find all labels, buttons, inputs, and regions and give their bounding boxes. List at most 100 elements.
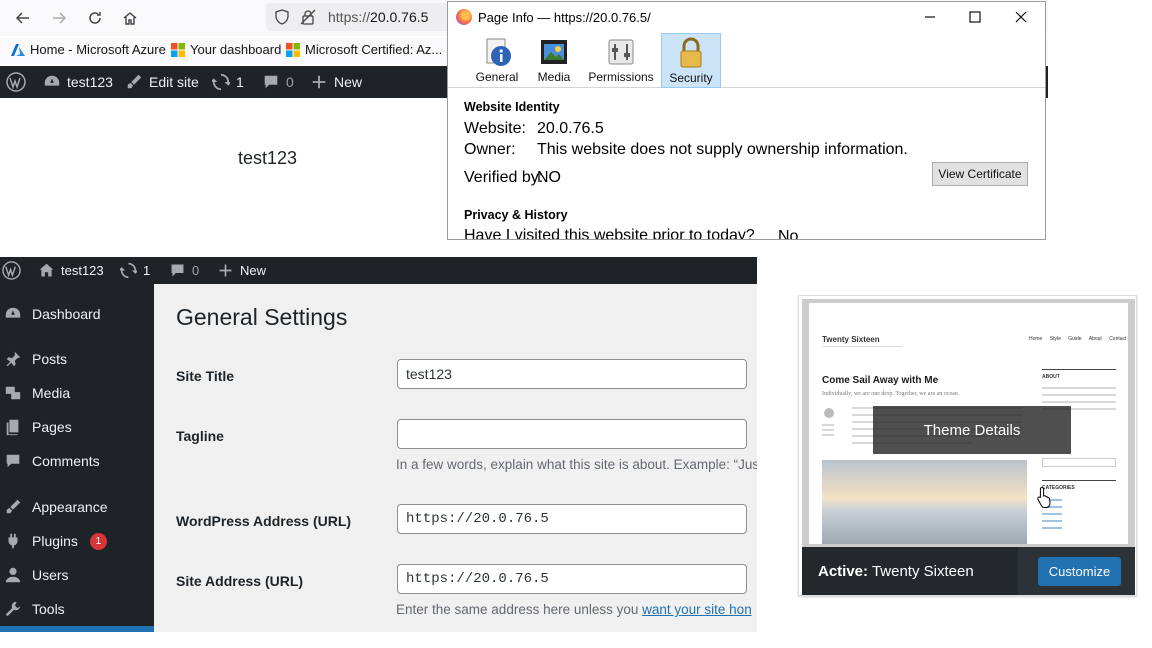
site-name-link[interactable]: test123 xyxy=(43,66,113,98)
sidebar-item-pages[interactable]: Pages xyxy=(0,414,154,440)
back-icon[interactable] xyxy=(11,6,35,30)
url-bar[interactable]: https://20.0.76.5 xyxy=(266,3,456,31)
azure-icon xyxy=(11,43,25,57)
site-name-link[interactable]: test123 xyxy=(38,257,104,284)
wordpress-address-input[interactable]: https://20.0.76.5 xyxy=(397,504,747,534)
bookmark-azure[interactable]: Home - Microsoft Azure xyxy=(11,42,166,57)
preview-widget-line xyxy=(1042,394,1116,396)
sidebar-item-users[interactable]: Users xyxy=(0,562,154,588)
sidebar-item-tools[interactable]: Tools xyxy=(0,596,154,622)
website-value: 20.0.76.5 xyxy=(537,120,604,137)
media-icon xyxy=(541,40,567,64)
tab-label: Permissions xyxy=(588,70,654,84)
tab-media[interactable]: Media xyxy=(534,33,574,88)
wordpress-logo-icon[interactable] xyxy=(6,66,26,98)
close-icon[interactable] xyxy=(1007,6,1035,28)
edit-site-label: Edit site xyxy=(149,74,199,90)
sidebar-item-plugins[interactable]: Plugins 1 xyxy=(0,528,154,554)
verified-value: NO xyxy=(537,169,561,186)
site-name: test123 xyxy=(61,263,104,278)
theme-screenshot[interactable]: Twenty Sixteen Home Style Guide About Co… xyxy=(802,299,1135,547)
view-certificate-button[interactable]: View Certificate xyxy=(932,162,1028,186)
user-icon xyxy=(5,567,21,583)
updates-link[interactable]: 1 xyxy=(212,66,244,98)
preview-post-title: Come Sail Away with Me xyxy=(822,375,939,386)
owner-value: This website does not supply ownership i… xyxy=(537,141,908,158)
dialog-titlebar: Page Info — https://20.0.76.5/ xyxy=(448,2,1045,32)
permissions-icon xyxy=(608,39,634,65)
preview-tagline-line xyxy=(822,346,902,347)
updates-icon xyxy=(212,73,230,91)
privacy-history-heading: Privacy & History xyxy=(464,208,568,222)
dashboard-icon xyxy=(5,307,21,318)
comment-icon xyxy=(6,454,20,468)
active-prefix: Active: xyxy=(818,563,869,580)
pin-icon xyxy=(6,351,21,367)
updates-link[interactable]: 1 xyxy=(120,257,150,284)
tab-security[interactable]: Security xyxy=(661,33,721,88)
comment-icon xyxy=(171,264,184,277)
url-host: 20.0.76.5 xyxy=(370,9,429,25)
firefox-icon xyxy=(456,9,472,25)
maximize-icon[interactable] xyxy=(961,6,989,28)
sidebar-item-settings-current[interactable] xyxy=(0,626,154,632)
preview-meta-line xyxy=(822,434,834,436)
tab-permissions[interactable]: Permissions xyxy=(586,33,656,88)
plus-icon xyxy=(219,264,232,277)
brush-icon xyxy=(127,74,142,89)
shield-icon[interactable] xyxy=(274,9,290,25)
customize-button[interactable]: Customize xyxy=(1038,557,1121,586)
description-text: Enter the same address here unless you xyxy=(396,602,643,617)
theme-card[interactable]: Twenty Sixteen Home Style Guide About Co… xyxy=(798,295,1137,596)
forward-icon[interactable] xyxy=(47,6,71,30)
home-icon[interactable] xyxy=(118,6,142,30)
visited-answer: No xyxy=(778,228,799,240)
verified-label: Verified by: xyxy=(464,169,544,186)
site-address-description: Enter the same address here unless you w… xyxy=(396,602,752,617)
site-title-input[interactable]: test123 xyxy=(397,359,747,389)
sidebar-item-comments[interactable]: Comments xyxy=(0,448,154,474)
preview-nav-item: Home xyxy=(1029,336,1043,342)
sidebar-item-appearance[interactable]: Appearance xyxy=(0,494,154,520)
menu-label: Media xyxy=(32,385,71,401)
bookmark-label: Microsoft Certified: Az... xyxy=(305,42,443,57)
bookmark-label: Home - Microsoft Azure xyxy=(30,42,166,57)
preview-post-subtitle: Individually, we are one drop. Together,… xyxy=(822,391,960,397)
hand-pointer-icon xyxy=(1036,486,1054,508)
updates-icon xyxy=(120,262,137,279)
site-address-help-link[interactable]: want your site hon xyxy=(642,602,752,617)
comments-link[interactable]: 0 xyxy=(169,257,199,284)
sidebar-item-media[interactable]: Media xyxy=(0,380,154,406)
info-icon xyxy=(486,38,511,66)
preview-nav-item: About xyxy=(1088,336,1102,342)
preview-nav-item: Style Guide xyxy=(1049,336,1082,342)
comments-link[interactable]: 0 xyxy=(262,66,294,98)
bookmark-certified[interactable]: Microsoft Certified: Az... xyxy=(286,42,442,57)
lock-warning-icon[interactable] xyxy=(300,9,316,25)
menu-label: Users xyxy=(32,567,69,583)
pages-icon xyxy=(6,419,19,436)
preview-widget-divider xyxy=(1042,369,1116,370)
tab-general[interactable]: General xyxy=(473,33,521,88)
new-content-link[interactable]: New xyxy=(217,257,266,284)
site-address-input[interactable]: https://20.0.76.5 xyxy=(397,564,747,594)
url-text: https://20.0.76.5 xyxy=(328,9,428,25)
minimize-icon[interactable] xyxy=(916,6,944,28)
sidebar-item-posts[interactable]: Posts xyxy=(0,346,154,372)
home-icon xyxy=(39,263,54,277)
wordpress-logo-icon[interactable] xyxy=(2,257,21,284)
update-count-badge: 1 xyxy=(89,532,107,550)
wordpress-address-label: WordPress Address (URL) xyxy=(176,513,352,529)
new-content-link[interactable]: New xyxy=(310,66,362,98)
sidebar-item-dashboard[interactable]: Dashboard xyxy=(0,301,154,327)
wrench-icon xyxy=(5,601,21,617)
updates-count: 1 xyxy=(143,263,151,278)
edit-site-link[interactable]: Edit site xyxy=(125,66,199,98)
theme-details-button[interactable]: Theme Details xyxy=(873,406,1071,454)
plug-icon xyxy=(8,533,18,549)
bookmark-dashboard[interactable]: Your dashboard xyxy=(171,42,281,57)
visited-question: Have I visited this website prior to tod… xyxy=(464,227,755,240)
site-title-heading[interactable]: test123 xyxy=(238,148,297,169)
reload-icon[interactable] xyxy=(83,6,107,30)
tagline-input[interactable] xyxy=(397,419,747,449)
